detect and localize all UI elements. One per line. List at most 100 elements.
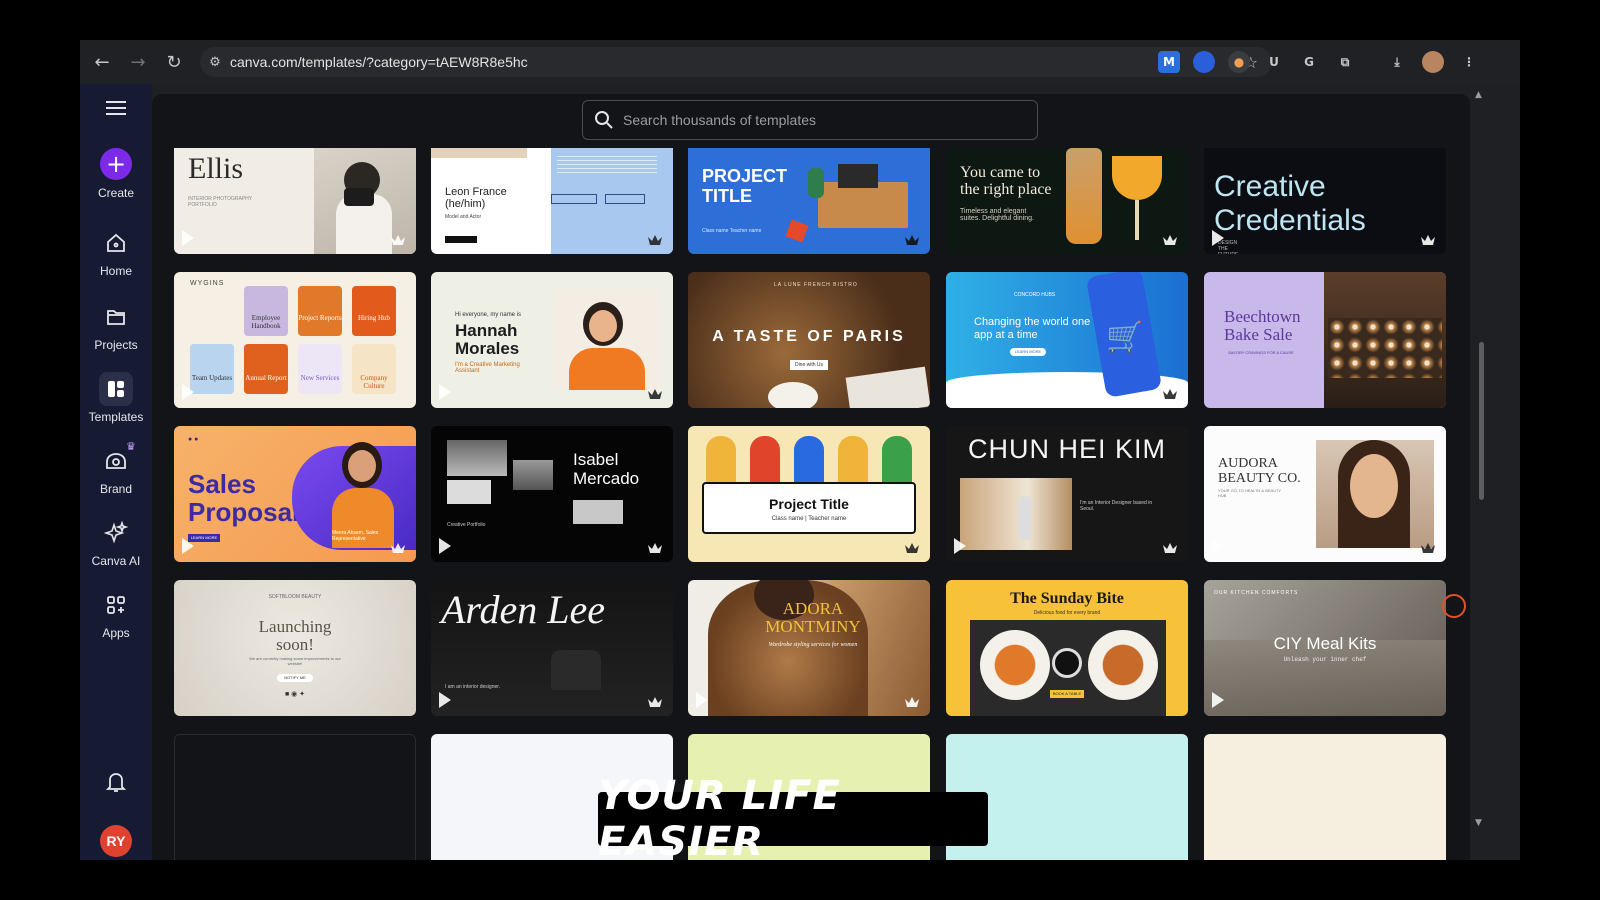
scrollbar-thumb[interactable] bbox=[1479, 342, 1484, 500]
template-card[interactable] bbox=[1204, 734, 1446, 860]
card-subtitle: Model and Actor bbox=[445, 214, 482, 220]
play-icon bbox=[954, 384, 966, 400]
address-bar[interactable]: ⚙ canva.com/templates/?category=tAEW8R8e… bbox=[200, 47, 1272, 77]
template-card[interactable]: LA LUNE FRENCH BISTRO A TASTE OF PARIS D… bbox=[688, 272, 930, 408]
sidebar-item-templates[interactable]: Templates bbox=[80, 372, 152, 424]
extension-icon-u[interactable]: U bbox=[1263, 51, 1285, 73]
card-title: Project Title bbox=[769, 496, 849, 512]
play-icon bbox=[696, 692, 708, 708]
search-icon bbox=[595, 111, 613, 129]
cart-icon: 🛒 bbox=[1106, 320, 1144, 355]
play-icon bbox=[182, 384, 194, 400]
hamburger-menu-icon[interactable] bbox=[80, 100, 152, 116]
extension-icon-g[interactable]: G bbox=[1298, 51, 1320, 73]
crown-icon bbox=[391, 543, 405, 553]
person-illustration bbox=[808, 168, 824, 198]
extension-icon-a[interactable] bbox=[1193, 51, 1215, 73]
plus-icon: + bbox=[100, 148, 132, 180]
shaker-illustration bbox=[1066, 148, 1102, 244]
template-card[interactable]: ADORA MONTMINY Wardrobe styling services… bbox=[688, 580, 930, 716]
card-title: Changing the world one app at a time bbox=[974, 316, 1091, 341]
template-card[interactable]: Beechtown Bake Sale SAVORY CRAVINGS FOR … bbox=[1204, 272, 1446, 408]
template-card[interactable]: SOFTBLOOM BEAUTY Launching soon! We are … bbox=[174, 580, 416, 716]
template-card[interactable]: WYGINS Employee Handbook Project Reports… bbox=[174, 272, 416, 408]
template-card[interactable]: CHUN HEI KIM I'm an Interior Designer ba… bbox=[946, 426, 1188, 562]
template-card[interactable]: CONCORD HUBS Changing the world one app … bbox=[946, 272, 1188, 408]
site-info-icon[interactable]: ⚙ bbox=[200, 55, 230, 70]
card-subtitle: I am an interior designer. bbox=[445, 684, 501, 690]
crown-icon bbox=[1421, 235, 1435, 245]
food-photo bbox=[970, 620, 1166, 716]
profile-avatar[interactable] bbox=[1422, 51, 1444, 73]
card-title: CHUN HEI KIM bbox=[967, 434, 1166, 464]
play-icon bbox=[182, 538, 194, 554]
coffee-cup bbox=[768, 382, 818, 408]
sidebar-item-projects[interactable]: Projects bbox=[80, 300, 152, 352]
card-subtitle: I'm a Creative Marketing Assistant bbox=[455, 362, 520, 374]
card-button: BOOK A TABLE bbox=[1050, 690, 1084, 698]
card-subtitle: We are currently making some improvement… bbox=[249, 656, 341, 666]
chair-photo bbox=[551, 650, 601, 690]
scroll-up-icon[interactable]: ▲ bbox=[1475, 90, 1482, 100]
card-subtitle: Delicious food for every brand bbox=[1033, 610, 1101, 616]
card-subtitle: SAVORY CRAVINGS FOR A CAUSE bbox=[1228, 350, 1294, 355]
card-title: Beechtown Bake Sale bbox=[1224, 307, 1301, 344]
search-input[interactable]: Search thousands of templates bbox=[582, 100, 1038, 140]
notifications-bell-icon[interactable] bbox=[80, 770, 152, 794]
tile: Annual Report bbox=[244, 344, 288, 394]
photo-collage bbox=[513, 460, 553, 490]
sidebar-item-apps[interactable]: Apps bbox=[80, 588, 152, 640]
card-subtitle: Wardrobe styling services for women bbox=[768, 642, 858, 648]
sidebar-item-create[interactable]: + Create bbox=[80, 148, 152, 200]
reload-icon[interactable]: ↻ bbox=[156, 40, 192, 84]
card-title: Launching soon! bbox=[258, 617, 332, 654]
forward-icon[interactable]: → bbox=[120, 40, 156, 84]
crown-icon bbox=[391, 235, 405, 245]
sidebar-item-canva-ai[interactable]: Canva AI bbox=[80, 516, 152, 568]
sidebar-item-brand[interactable]: ♛ Brand bbox=[80, 441, 152, 496]
crown-icon bbox=[648, 697, 662, 707]
template-card[interactable] bbox=[174, 734, 416, 860]
crown-icon bbox=[648, 543, 662, 553]
scroll-down-icon[interactable]: ▼ bbox=[1475, 818, 1482, 828]
template-card[interactable]: Arden Lee I am an interior designer. bbox=[431, 580, 673, 716]
template-card[interactable]: Leon France (he/him) Model and Actor bbox=[431, 148, 673, 254]
play-icon bbox=[1212, 692, 1224, 708]
crown-icon bbox=[1163, 389, 1177, 399]
photo-collage bbox=[573, 500, 623, 524]
template-card[interactable]: Ellis INTERIOR PHOTOGRAPHY PORTFOLIO bbox=[174, 148, 416, 254]
template-card[interactable]: AUDORA BEAUTY CO. YOUR GO-TO HEALTH & BE… bbox=[1204, 426, 1446, 562]
sidebar: + Create Home Projects Templates ♛ Brand… bbox=[80, 84, 152, 860]
template-card[interactable]: The Sunday Bite Delicious food for every… bbox=[946, 580, 1188, 716]
template-card[interactable]: Isabel Mercado Creative Portfolio bbox=[431, 426, 673, 562]
browser-toolbar: ← → ↻ ⚙ canva.com/templates/?category=tA… bbox=[80, 40, 1520, 84]
kebab-menu-icon[interactable]: ⋮ bbox=[1458, 51, 1480, 73]
extension-icon-m[interactable]: M bbox=[1158, 51, 1180, 73]
card-button bbox=[445, 236, 477, 243]
user-avatar[interactable]: RY bbox=[100, 825, 132, 857]
extension-icon-circle[interactable]: ● bbox=[1228, 51, 1250, 73]
template-card[interactable]: You came to the right place Timeless and… bbox=[946, 148, 1188, 254]
template-card[interactable]: PROJECT TITLE Class name Teacher name bbox=[688, 148, 930, 254]
chair-illustration bbox=[785, 219, 809, 243]
puzzle-icon[interactable]: ⧉ bbox=[1334, 51, 1356, 73]
template-card[interactable]: Creative Credentials DESIGN THE FUTURE bbox=[1204, 148, 1446, 254]
template-card[interactable]: OUR KITCHEN COMFORTS CIY Meal Kits Unlea… bbox=[1204, 580, 1446, 716]
sidebar-item-label: Create bbox=[97, 186, 135, 200]
cursor-highlight bbox=[1442, 594, 1466, 618]
sidebar-item-label: Apps bbox=[102, 626, 130, 640]
logo-mark: ● ● bbox=[188, 436, 199, 443]
sidebar-item-home[interactable]: Home bbox=[80, 226, 152, 278]
card-title: AUDORA BEAUTY CO. bbox=[1218, 456, 1301, 486]
template-card[interactable]: Hi everyone, my name is Hannah Morales I… bbox=[431, 272, 673, 408]
download-icon[interactable]: ⤓ bbox=[1386, 51, 1408, 73]
card-title: CIY Meal Kits bbox=[1273, 634, 1377, 653]
portrait-photo bbox=[555, 286, 659, 390]
card-title: PROJECT TITLE bbox=[702, 166, 788, 206]
back-icon[interactable]: ← bbox=[84, 40, 120, 84]
card-pretitle: OUR KITCHEN COMFORTS bbox=[1214, 590, 1299, 596]
play-icon bbox=[954, 538, 966, 554]
template-card[interactable]: ● ● Sales Proposal LEARN MORE Meera Ahse… bbox=[174, 426, 416, 562]
template-card[interactable]: Project Title Class name | Teacher name bbox=[688, 426, 930, 562]
tile: Company Culture bbox=[352, 344, 396, 394]
